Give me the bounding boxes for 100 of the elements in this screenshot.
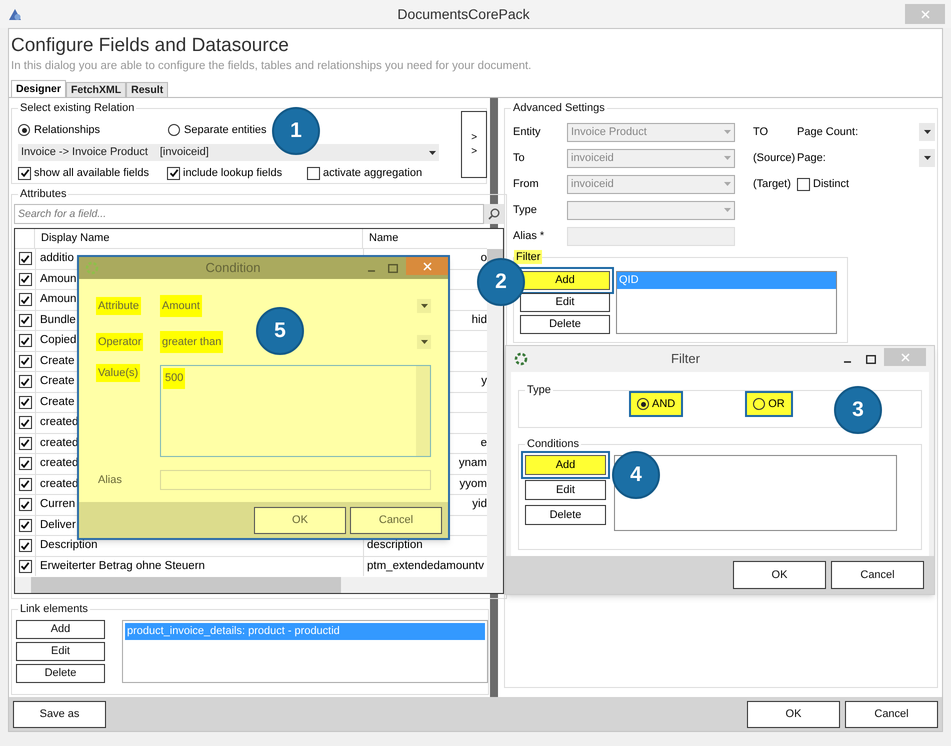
checkbox[interactable] xyxy=(18,334,32,348)
field-label: Page: xyxy=(797,150,827,166)
dropdown-arrow-icon xyxy=(724,156,731,160)
table-cell-text: yyom xyxy=(460,476,487,492)
horizontal-scrollbar[interactable] xyxy=(15,577,503,593)
field-label: Alias xyxy=(97,472,123,488)
text-field[interactable] xyxy=(567,226,735,246)
button[interactable]: Delete xyxy=(525,505,606,525)
maximize-icon[interactable] xyxy=(866,354,876,364)
button[interactable]: Edit xyxy=(525,480,606,500)
checkbox[interactable] xyxy=(18,314,32,327)
button[interactable]: Delete xyxy=(16,664,105,683)
checkbox[interactable] xyxy=(18,293,32,306)
dropdown-arrow-icon xyxy=(420,304,428,308)
field-label: To xyxy=(513,150,526,166)
radio-button[interactable] xyxy=(18,124,30,136)
field-label: Page Count: xyxy=(797,124,860,140)
checkbox[interactable] xyxy=(18,396,32,409)
select-field[interactable] xyxy=(567,200,735,220)
checkbox[interactable] xyxy=(18,560,32,573)
radio-label: Relationships xyxy=(34,122,100,138)
button[interactable]: OK xyxy=(747,700,840,728)
button[interactable]: Add xyxy=(16,620,105,639)
tab[interactable]: Result xyxy=(126,82,168,97)
search-button[interactable] xyxy=(484,204,504,224)
checkbox[interactable] xyxy=(797,178,810,190)
table-cell: Erweiterter Betrag ohne Steuern xyxy=(35,556,363,576)
checkbox[interactable] xyxy=(18,518,32,532)
dropdown-arrow-icon xyxy=(924,130,930,134)
dropdown-arrow-icon xyxy=(724,130,731,134)
checkbox[interactable] xyxy=(18,166,31,180)
table-cell-text: description xyxy=(367,538,423,554)
page-dropdown[interactable] xyxy=(919,149,935,167)
search-field[interactable]: Search for a field... xyxy=(14,204,484,224)
dropdown-arrow-icon xyxy=(429,150,436,154)
button[interactable]: Delete xyxy=(520,315,610,334)
field-note: TO xyxy=(753,126,768,138)
table-cell-text: yid xyxy=(472,497,487,512)
group-label: Select existing Relation xyxy=(18,101,136,115)
alias-field[interactable] xyxy=(160,470,431,490)
app-logo-icon xyxy=(85,261,99,275)
dropdown-arrow-icon xyxy=(724,208,731,212)
table-cell-text: e xyxy=(480,436,487,451)
checkbox[interactable] xyxy=(18,416,32,430)
column-header[interactable]: Display Name xyxy=(35,229,363,248)
column-header[interactable]: Name xyxy=(363,229,487,248)
close-icon xyxy=(422,262,432,270)
tab[interactable]: Designer xyxy=(11,80,66,97)
relation-dropdown[interactable]: Invoice -> Invoice Product [invoiceid] xyxy=(18,144,439,161)
dropdown-arrow-icon xyxy=(924,156,930,160)
group-label: Type xyxy=(525,383,553,397)
close-button[interactable] xyxy=(406,257,448,275)
radio-label: AND xyxy=(652,396,676,412)
checkbox[interactable] xyxy=(18,498,32,512)
checkbox[interactable] xyxy=(18,252,32,266)
group-label: Advanced Settings xyxy=(511,101,607,115)
button[interactable]: Save as xyxy=(13,700,106,728)
checkbox[interactable] xyxy=(18,272,32,286)
dropdown-arrow-icon xyxy=(420,340,428,344)
field-label: Entity xyxy=(513,124,542,140)
button[interactable]: Cancel xyxy=(350,506,442,534)
group-label: Filter xyxy=(514,250,542,264)
field-note: (Source) xyxy=(753,152,796,164)
button[interactable]: Edit xyxy=(16,642,105,661)
radio-button[interactable] xyxy=(753,398,766,410)
checkbox[interactable] xyxy=(18,375,32,388)
field-label: Attribute xyxy=(96,296,141,315)
page-dropdown[interactable] xyxy=(919,123,935,141)
search-icon xyxy=(488,208,500,220)
checkbox[interactable] xyxy=(18,539,32,552)
checkbox[interactable] xyxy=(18,457,32,470)
checkbox-label: include lookup fields xyxy=(183,166,282,181)
button[interactable]: OK xyxy=(254,506,346,534)
checkbox[interactable] xyxy=(167,166,180,180)
table-cell-text: hid xyxy=(472,312,487,328)
field-label: Alias * xyxy=(513,228,546,244)
close-icon xyxy=(920,10,930,18)
table-cell-text: ynam xyxy=(458,456,487,472)
button[interactable]: Cancel xyxy=(845,700,938,728)
checkbox[interactable] xyxy=(18,354,32,368)
dialog-title: Configure Fields and Datasource xyxy=(11,34,289,58)
checkbox[interactable] xyxy=(307,166,320,180)
checkbox-label: show all available fields xyxy=(34,166,149,181)
window-title: DocumentsCorePack xyxy=(396,4,531,24)
checkbox[interactable] xyxy=(18,436,32,450)
radio-label: Separate entities xyxy=(184,122,267,138)
field-label: Value(s) xyxy=(96,364,140,382)
tab[interactable]: FetchXML xyxy=(66,82,126,97)
button[interactable]: OK xyxy=(733,561,826,589)
close-icon xyxy=(900,352,910,362)
radio-button[interactable] xyxy=(168,124,180,136)
values-textarea[interactable]: 500 xyxy=(160,365,431,457)
dropdown-arrow-icon xyxy=(724,182,731,186)
checkbox-label: activate aggregation xyxy=(323,166,422,181)
radio-label: OR xyxy=(768,396,785,412)
button[interactable]: Edit xyxy=(520,293,610,312)
move-button[interactable]: >> xyxy=(461,111,487,178)
button[interactable]: Cancel xyxy=(831,561,924,589)
checkbox[interactable] xyxy=(18,478,32,491)
radio-button[interactable] xyxy=(637,398,649,410)
